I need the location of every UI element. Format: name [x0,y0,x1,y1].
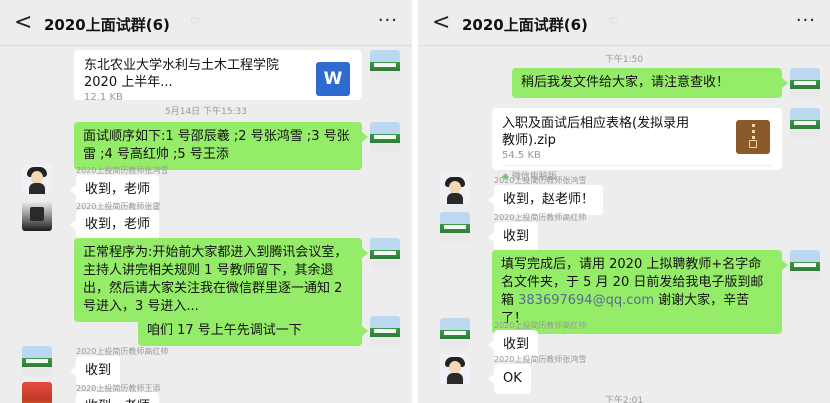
message-reply[interactable]: OK [488,364,531,394]
avatar-member[interactable] [22,382,52,403]
avatar-member[interactable] [440,174,470,204]
avatar-member[interactable] [22,346,52,376]
file-message-word[interactable]: 东北农业大学水利与土木工程学院 2020 上半年... 12.1 KB W [74,50,362,103]
file-size: 54.5 KB [502,150,541,161]
avatar-self[interactable] [790,68,820,98]
avatar-self[interactable] [370,50,400,80]
more-options-icon[interactable]: ··· [796,10,816,31]
avatar-member[interactable] [440,318,470,348]
chat-title: 2020上面试群(6) [44,16,170,34]
zip-file-icon [736,120,770,154]
avatar-self[interactable] [370,122,400,152]
chat-panel-left: < 2020上面试群(6) ♡ ··· 东北农业大学水利与土木工程学院 2020… [0,0,412,403]
avatar-member[interactable] [22,201,52,231]
chat-header: < 2020上面试群(6) ♡ ··· [418,0,830,46]
avatar-self[interactable] [790,108,820,138]
avatar-member[interactable] [440,354,470,384]
message-notice[interactable]: 稍后我发文件给大家，请注意查收！ [512,68,788,98]
chat-panel-right: < 2020上面试群(6) ♡ ··· 下午1:50 稍后我发文件给大家，请注意… [418,0,830,403]
avatar-member[interactable] [440,212,470,242]
timestamp: 下午1:50 [604,55,644,65]
avatar-member[interactable] [22,164,52,194]
mute-bell-icon: ♡ [190,15,200,28]
message-reply[interactable]: 收到，赵老师！ [487,185,604,215]
chat-header: < 2020上面试群(6) ♡ ··· [0,0,412,46]
file-size: 12.1 KB [84,92,123,103]
timestamp: 5月14日 下午15:33 [165,107,247,117]
message-reply[interactable]: 收到，老师 [69,392,160,403]
message-debug[interactable]: 咱们 17 号上午先调试一下 [138,316,368,346]
back-arrow-icon[interactable]: < [432,10,450,35]
avatar-self[interactable] [370,238,400,268]
timestamp: 下午2:01 [604,396,644,403]
message-reply[interactable]: 收到 [487,222,539,252]
file-name: 入职及面试后相应表格(发拟录用教师).zip [502,116,690,148]
word-file-icon: W [316,62,350,96]
more-options-icon[interactable]: ··· [378,10,398,31]
message-reply[interactable]: 收到，老师 [69,210,160,240]
message-procedure[interactable]: 正常程序为:开始前大家都进入到腾讯会议室，主持人讲完相关规则 1 号教师留下，其… [74,238,368,322]
email-link[interactable]: 383697694@qq.com [518,293,654,308]
back-arrow-icon[interactable]: < [14,10,32,35]
mute-bell-icon: ♡ [608,15,618,28]
chat-title: 2020上面试群(6) [462,16,588,34]
file-name: 东北农业大学水利与土木工程学院 2020 上半年... [84,58,280,90]
file-message-zip[interactable]: 入职及面试后相应表格(发拟录用教师).zip 54.5 KB ◆ 微信电脑版 [492,108,782,182]
message-reply[interactable]: 收到 [69,356,121,386]
avatar-self[interactable] [370,316,400,346]
avatar-self[interactable] [790,250,820,280]
message-interview-order[interactable]: 面试顺序如下:1 号邵辰羲 ;2 号张鸿雪 ;3 号张雷 ;4 号高红帅 ;5 … [74,122,368,170]
